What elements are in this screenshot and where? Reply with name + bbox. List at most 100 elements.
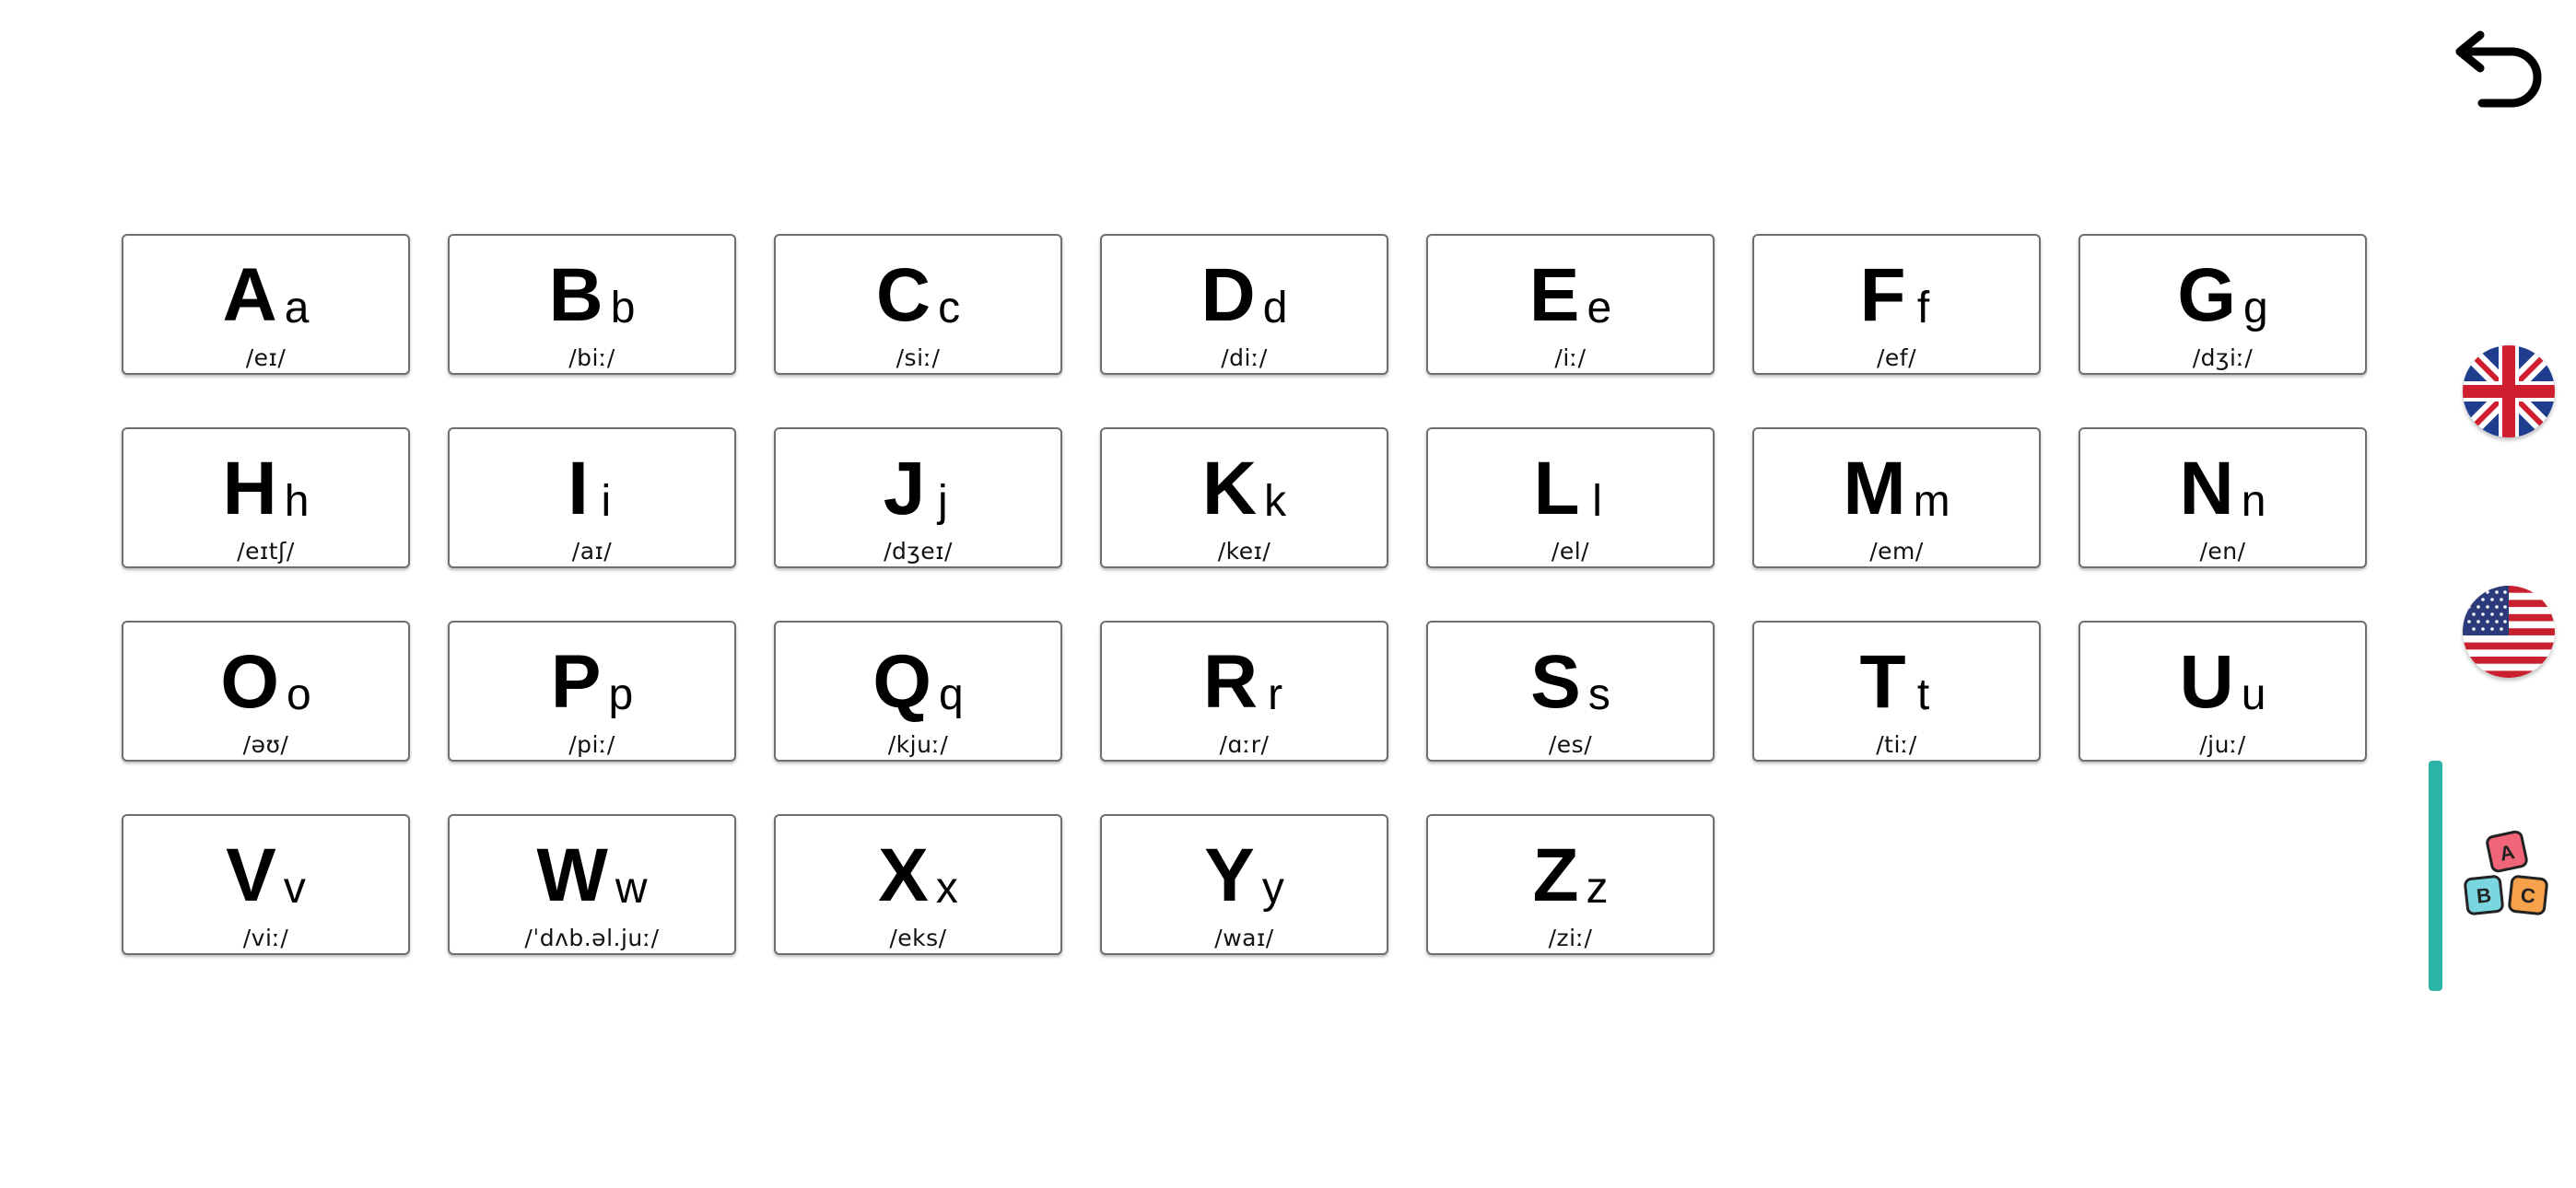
letter-card-o[interactable]: Oo/əʊ/ xyxy=(122,621,410,762)
uppercase-letter: K xyxy=(1201,446,1258,530)
letter-pair: Cc xyxy=(875,252,961,337)
letter-pair: Bb xyxy=(548,252,636,337)
letter-card-m[interactable]: Mm/em/ xyxy=(1752,427,2041,568)
lowercase-letter: x xyxy=(935,863,958,913)
uppercase-letter: C xyxy=(875,252,931,337)
lowercase-letter: c xyxy=(938,283,961,332)
letter-card-p[interactable]: Pp/piː/ xyxy=(448,621,736,762)
lowercase-letter: o xyxy=(287,670,311,719)
lowercase-letter: y xyxy=(1261,863,1284,913)
uppercase-letter: A xyxy=(222,252,277,337)
letter-card-z[interactable]: Zz/ziː/ xyxy=(1426,814,1715,955)
phonetic-transcription: /ziː/ xyxy=(1548,925,1593,951)
letter-card-h[interactable]: Hh/eɪtʃ/ xyxy=(122,427,410,568)
alphabet-screen: Aa/eɪ/Bb/biː/Cc/siː/Dd/diː/Ee/iː/Ff/ef/G… xyxy=(0,0,2576,1188)
lowercase-letter: i xyxy=(601,476,612,526)
phonetic-transcription: /juː/ xyxy=(2199,731,2246,758)
letter-card-l[interactable]: Ll/el/ xyxy=(1426,427,1715,568)
uppercase-letter: H xyxy=(222,446,277,530)
phonetic-transcription: /piː/ xyxy=(568,731,615,758)
letter-card-d[interactable]: Dd/diː/ xyxy=(1100,234,1388,375)
abc-blocks-icon[interactable]: A B C xyxy=(2462,827,2558,923)
uppercase-letter: Q xyxy=(872,639,932,724)
letter-pair: Pp xyxy=(550,639,634,724)
uppercase-letter: G xyxy=(2177,252,2237,337)
letter-card-s[interactable]: Ss/es/ xyxy=(1426,621,1715,762)
phonetic-transcription: /keɪ/ xyxy=(1217,538,1271,565)
lowercase-letter: m xyxy=(1913,476,1950,526)
letter-card-a[interactable]: Aa/eɪ/ xyxy=(122,234,410,375)
lowercase-letter: u xyxy=(2241,670,2266,719)
letter-card-f[interactable]: Ff/ef/ xyxy=(1752,234,2041,375)
phonetic-transcription: /tiː/ xyxy=(1876,731,1917,758)
uppercase-letter: R xyxy=(1202,639,1259,724)
letter-card-q[interactable]: Qq/kjuː/ xyxy=(774,621,1062,762)
letter-card-i[interactable]: Ii/aɪ/ xyxy=(448,427,736,568)
phonetic-transcription: /diː/ xyxy=(1221,344,1268,371)
letter-pair: Kk xyxy=(1201,446,1287,530)
phonetic-transcription: /dʒiː/ xyxy=(2192,344,2254,371)
phonetic-transcription: /waɪ/ xyxy=(1214,925,1274,951)
letter-card-x[interactable]: Xx/eks/ xyxy=(774,814,1062,955)
letter-pair: Ss xyxy=(1530,639,1610,724)
active-tab-indicator xyxy=(2429,761,2442,991)
letter-pair: Qq xyxy=(872,639,964,724)
uppercase-letter: U xyxy=(2179,639,2234,724)
letter-pair: Yy xyxy=(1204,833,1284,917)
letter-pair: Aa xyxy=(222,252,310,337)
lowercase-letter: f xyxy=(1916,283,1930,332)
letter-card-e[interactable]: Ee/iː/ xyxy=(1426,234,1715,375)
letter-pair: Oo xyxy=(220,639,311,724)
lowercase-letter: a xyxy=(284,283,310,332)
letter-pair: Zz xyxy=(1532,833,1608,917)
phonetic-transcription: /ef/ xyxy=(1876,344,1917,371)
letter-card-b[interactable]: Bb/biː/ xyxy=(448,234,736,375)
uppercase-letter: B xyxy=(548,252,603,337)
lowercase-letter: q xyxy=(939,670,964,719)
phonetic-transcription: /aɪ/ xyxy=(571,538,613,565)
alphabet-grid: Aa/eɪ/Bb/biː/Cc/siː/Dd/diː/Ee/iː/Ff/ef/G… xyxy=(122,234,2367,955)
phonetic-transcription: /əʊ/ xyxy=(242,731,289,758)
uppercase-letter: S xyxy=(1530,639,1581,724)
phonetic-transcription: /kjuː/ xyxy=(887,731,949,758)
uk-flag-icon[interactable] xyxy=(2463,345,2555,437)
uppercase-letter: M xyxy=(1843,446,1906,530)
letter-card-g[interactable]: Gg/dʒiː/ xyxy=(2078,234,2367,375)
uppercase-letter: P xyxy=(550,639,602,724)
lowercase-letter: d xyxy=(1262,283,1288,332)
lowercase-letter: s xyxy=(1587,670,1610,719)
phonetic-transcription: /eks/ xyxy=(889,925,947,951)
us-flag-icon[interactable] xyxy=(2463,586,2555,678)
block-c-label: C xyxy=(2520,883,2537,908)
uppercase-letter: L xyxy=(1533,446,1580,530)
block-b-label: B xyxy=(2476,883,2492,908)
lowercase-letter: t xyxy=(1916,670,1930,719)
letter-card-u[interactable]: Uu/juː/ xyxy=(2078,621,2367,762)
letter-card-j[interactable]: Jj/dʒeɪ/ xyxy=(774,427,1062,568)
letter-card-t[interactable]: Tt/tiː/ xyxy=(1752,621,2041,762)
uppercase-letter: F xyxy=(1859,252,1906,337)
uppercase-letter: O xyxy=(220,639,280,724)
uppercase-letter: E xyxy=(1528,252,1580,337)
letter-card-y[interactable]: Yy/waɪ/ xyxy=(1100,814,1388,955)
back-arrow-icon[interactable] xyxy=(2436,28,2547,111)
letter-card-c[interactable]: Cc/siː/ xyxy=(774,234,1062,375)
letter-pair: Ii xyxy=(568,446,616,526)
letter-card-w[interactable]: Ww/ˈdʌb.əl.juː/ xyxy=(448,814,736,955)
lowercase-letter: p xyxy=(608,670,634,719)
letter-pair: Hh xyxy=(222,446,310,530)
letter-card-n[interactable]: Nn/en/ xyxy=(2078,427,2367,568)
letter-card-r[interactable]: Rr/ɑːr/ xyxy=(1100,621,1388,762)
lowercase-letter: h xyxy=(284,476,310,526)
letter-card-k[interactable]: Kk/keɪ/ xyxy=(1100,427,1388,568)
phonetic-transcription: /biː/ xyxy=(568,344,615,371)
letter-pair: Vv xyxy=(226,833,306,913)
letter-card-v[interactable]: Vv/viː/ xyxy=(122,814,410,955)
lowercase-letter: k xyxy=(1264,476,1287,526)
phonetic-transcription: /iː/ xyxy=(1554,344,1587,371)
lowercase-letter: b xyxy=(610,283,636,332)
uppercase-letter: W xyxy=(536,833,608,917)
uppercase-letter: Z xyxy=(1532,833,1579,917)
uppercase-letter: Y xyxy=(1204,833,1255,917)
phonetic-transcription: /viː/ xyxy=(242,925,289,951)
